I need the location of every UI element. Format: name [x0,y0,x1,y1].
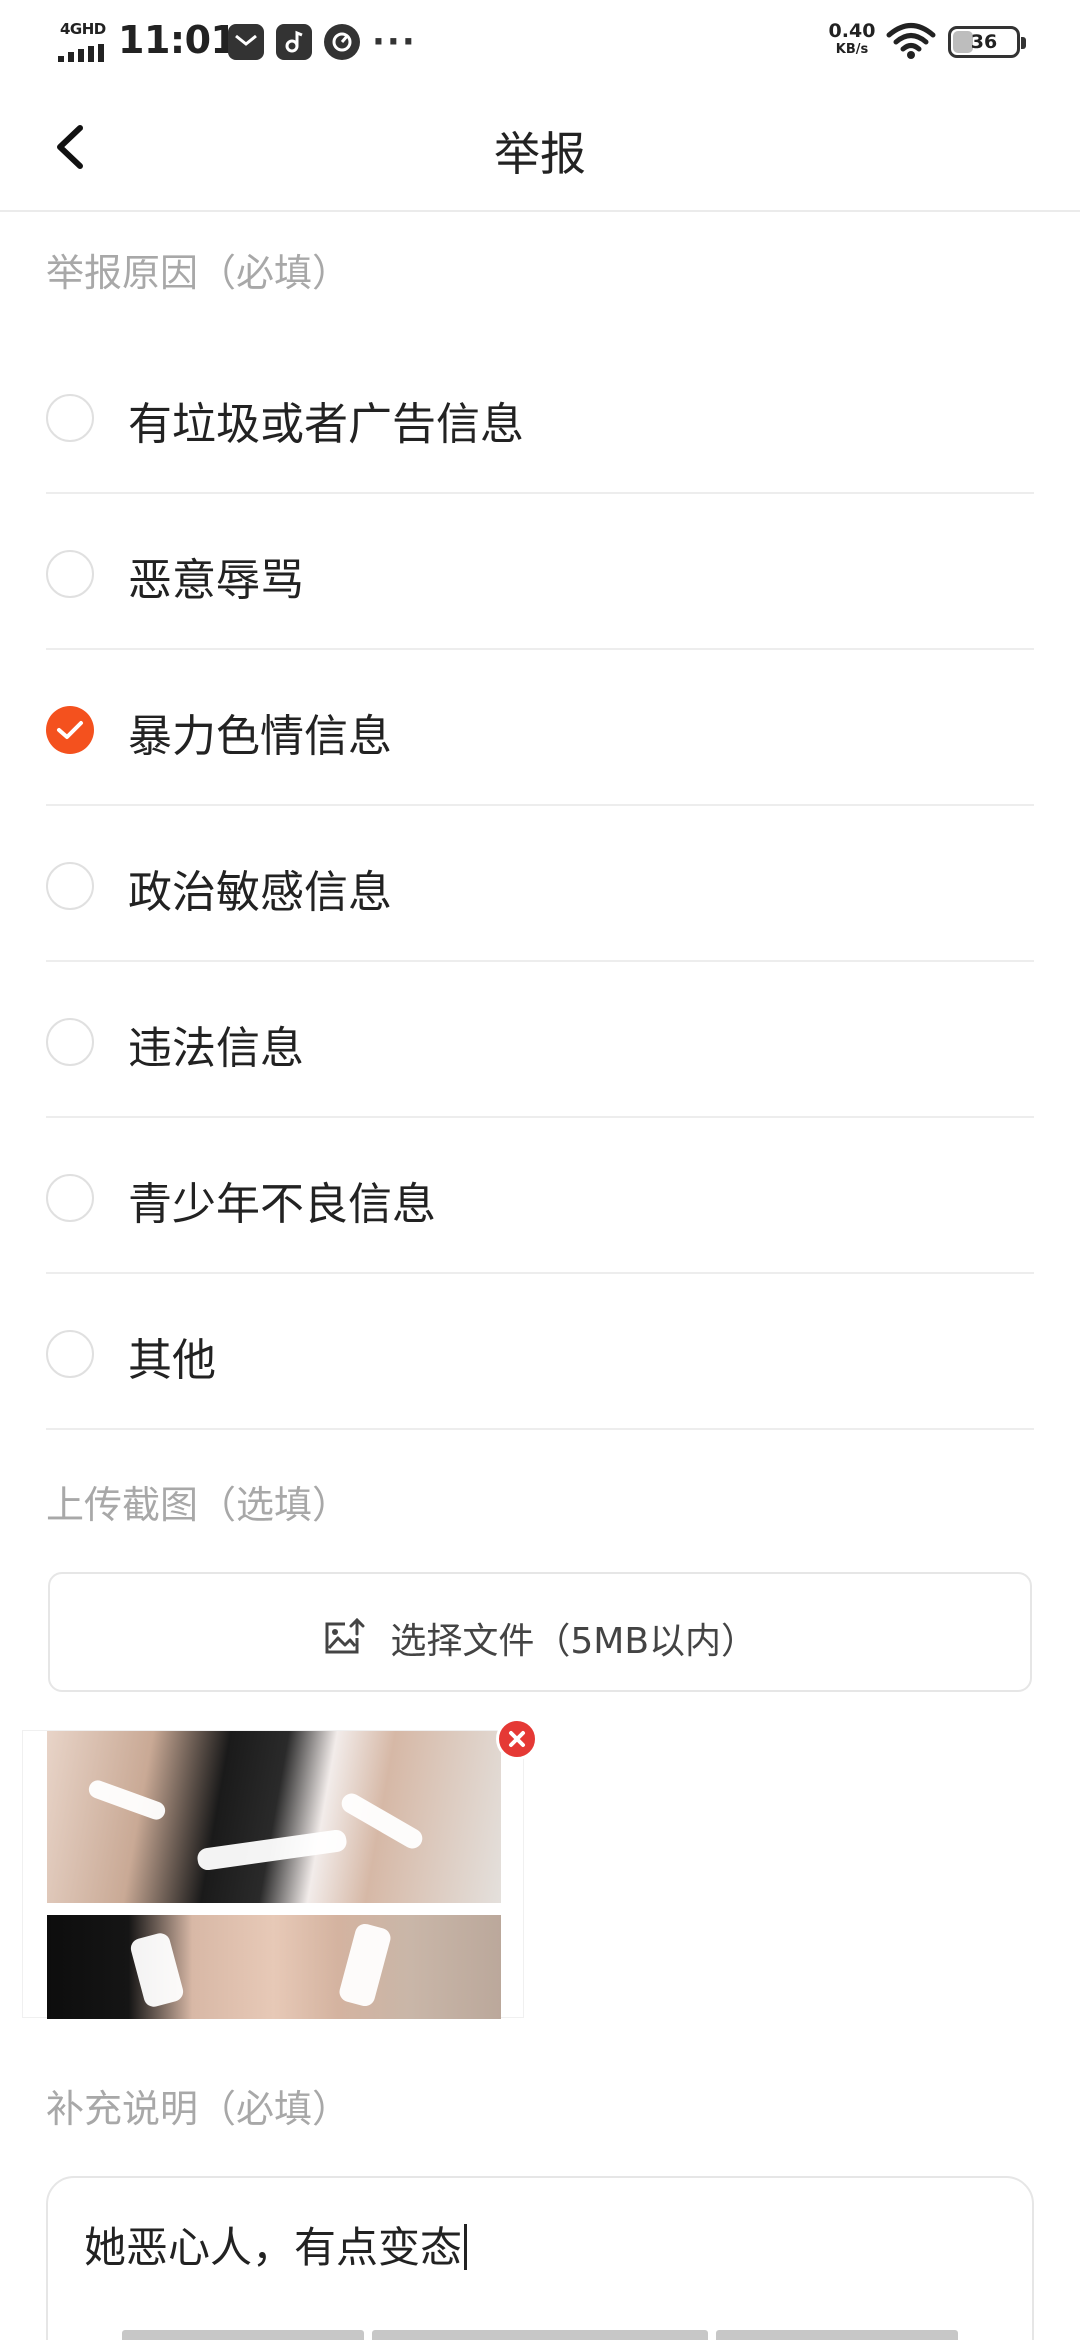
reason-section-label: 举报原因（必填） [46,251,351,295]
remove-screenshot-button[interactable] [496,1718,538,1760]
reason-label: 青少年不良信息 [128,1179,436,1230]
reason-list: 有垃圾或者广告信息 恶意辱骂 暴力色情信息 政治敏感信息 违法信息 青少年不良信… [46,338,1034,1430]
reason-label: 暴力色情信息 [128,711,392,762]
reason-item-illegal[interactable]: 违法信息 [46,962,1034,1118]
screenshot-thumbnail [47,1731,501,1903]
radio-button[interactable] [46,550,94,598]
upload-section-label: 上传截图（选填） [46,1483,351,1527]
music-notification-icon [276,24,312,60]
image-upload-icon [325,1618,365,1654]
radio-button[interactable] [46,394,94,442]
reason-item-spam[interactable]: 有垃圾或者广告信息 [46,338,1034,494]
keyboard-top-edge [0,2330,1080,2340]
radio-button[interactable] [46,862,94,910]
reason-label: 其他 [128,1335,216,1386]
more-notifications-icon: ··· [372,22,417,62]
network-type: 4GHD [60,20,106,38]
reason-label: 违法信息 [128,1023,304,1074]
reason-item-abuse[interactable]: 恶意辱骂 [46,494,1034,650]
battery-level: 36 [970,31,998,53]
keyboard-key[interactable] [372,2330,708,2340]
reason-label: 政治敏感信息 [128,867,392,918]
choose-file-button[interactable]: 选择文件（5MB以内） [48,1572,1032,1692]
reason-label: 有垃圾或者广告信息 [128,399,524,450]
screenshot-thumbnail [47,1915,501,2019]
description-textarea[interactable]: 她恶心人，有点变态 [46,2176,1034,2340]
close-icon [509,1731,525,1747]
wifi-icon [886,23,936,59]
status-bar: 4GHD 11:01 ··· 0.40 KB/s 36 [0,0,1080,84]
cellular-signal-icon: 4GHD [58,20,108,62]
title-bar: 举报 [0,84,1080,212]
keyboard-key[interactable] [122,2330,364,2340]
uploaded-screenshot[interactable] [22,1730,524,2019]
checkmark-icon [57,721,83,739]
reason-label: 恶意辱骂 [128,555,304,606]
radio-button[interactable] [46,1174,94,1222]
reason-item-other[interactable]: 其他 [46,1274,1034,1430]
clock: 11:01 [118,18,237,62]
keyboard-key[interactable] [716,2330,958,2340]
choose-file-label: 选择文件（5MB以内） [390,1621,758,1662]
radio-button[interactable] [46,1330,94,1378]
description-value: 她恶心人，有点变态 [84,2223,463,2272]
network-speed: 0.40 KB/s [828,20,876,57]
mail-notification-icon [228,24,264,60]
radio-button[interactable] [46,1018,94,1066]
page-title: 举报 [494,127,586,181]
text-cursor [464,2224,468,2270]
radio-button-checked[interactable] [46,706,94,754]
reason-item-violence-porn[interactable]: 暴力色情信息 [46,650,1034,806]
reason-item-minor-harm[interactable]: 青少年不良信息 [46,1118,1034,1274]
description-section-label: 补充说明（必填） [46,2087,351,2131]
reason-item-political[interactable]: 政治敏感信息 [46,806,1034,962]
battery-icon: 36 [948,26,1026,58]
speedometer-notification-icon [324,24,360,60]
